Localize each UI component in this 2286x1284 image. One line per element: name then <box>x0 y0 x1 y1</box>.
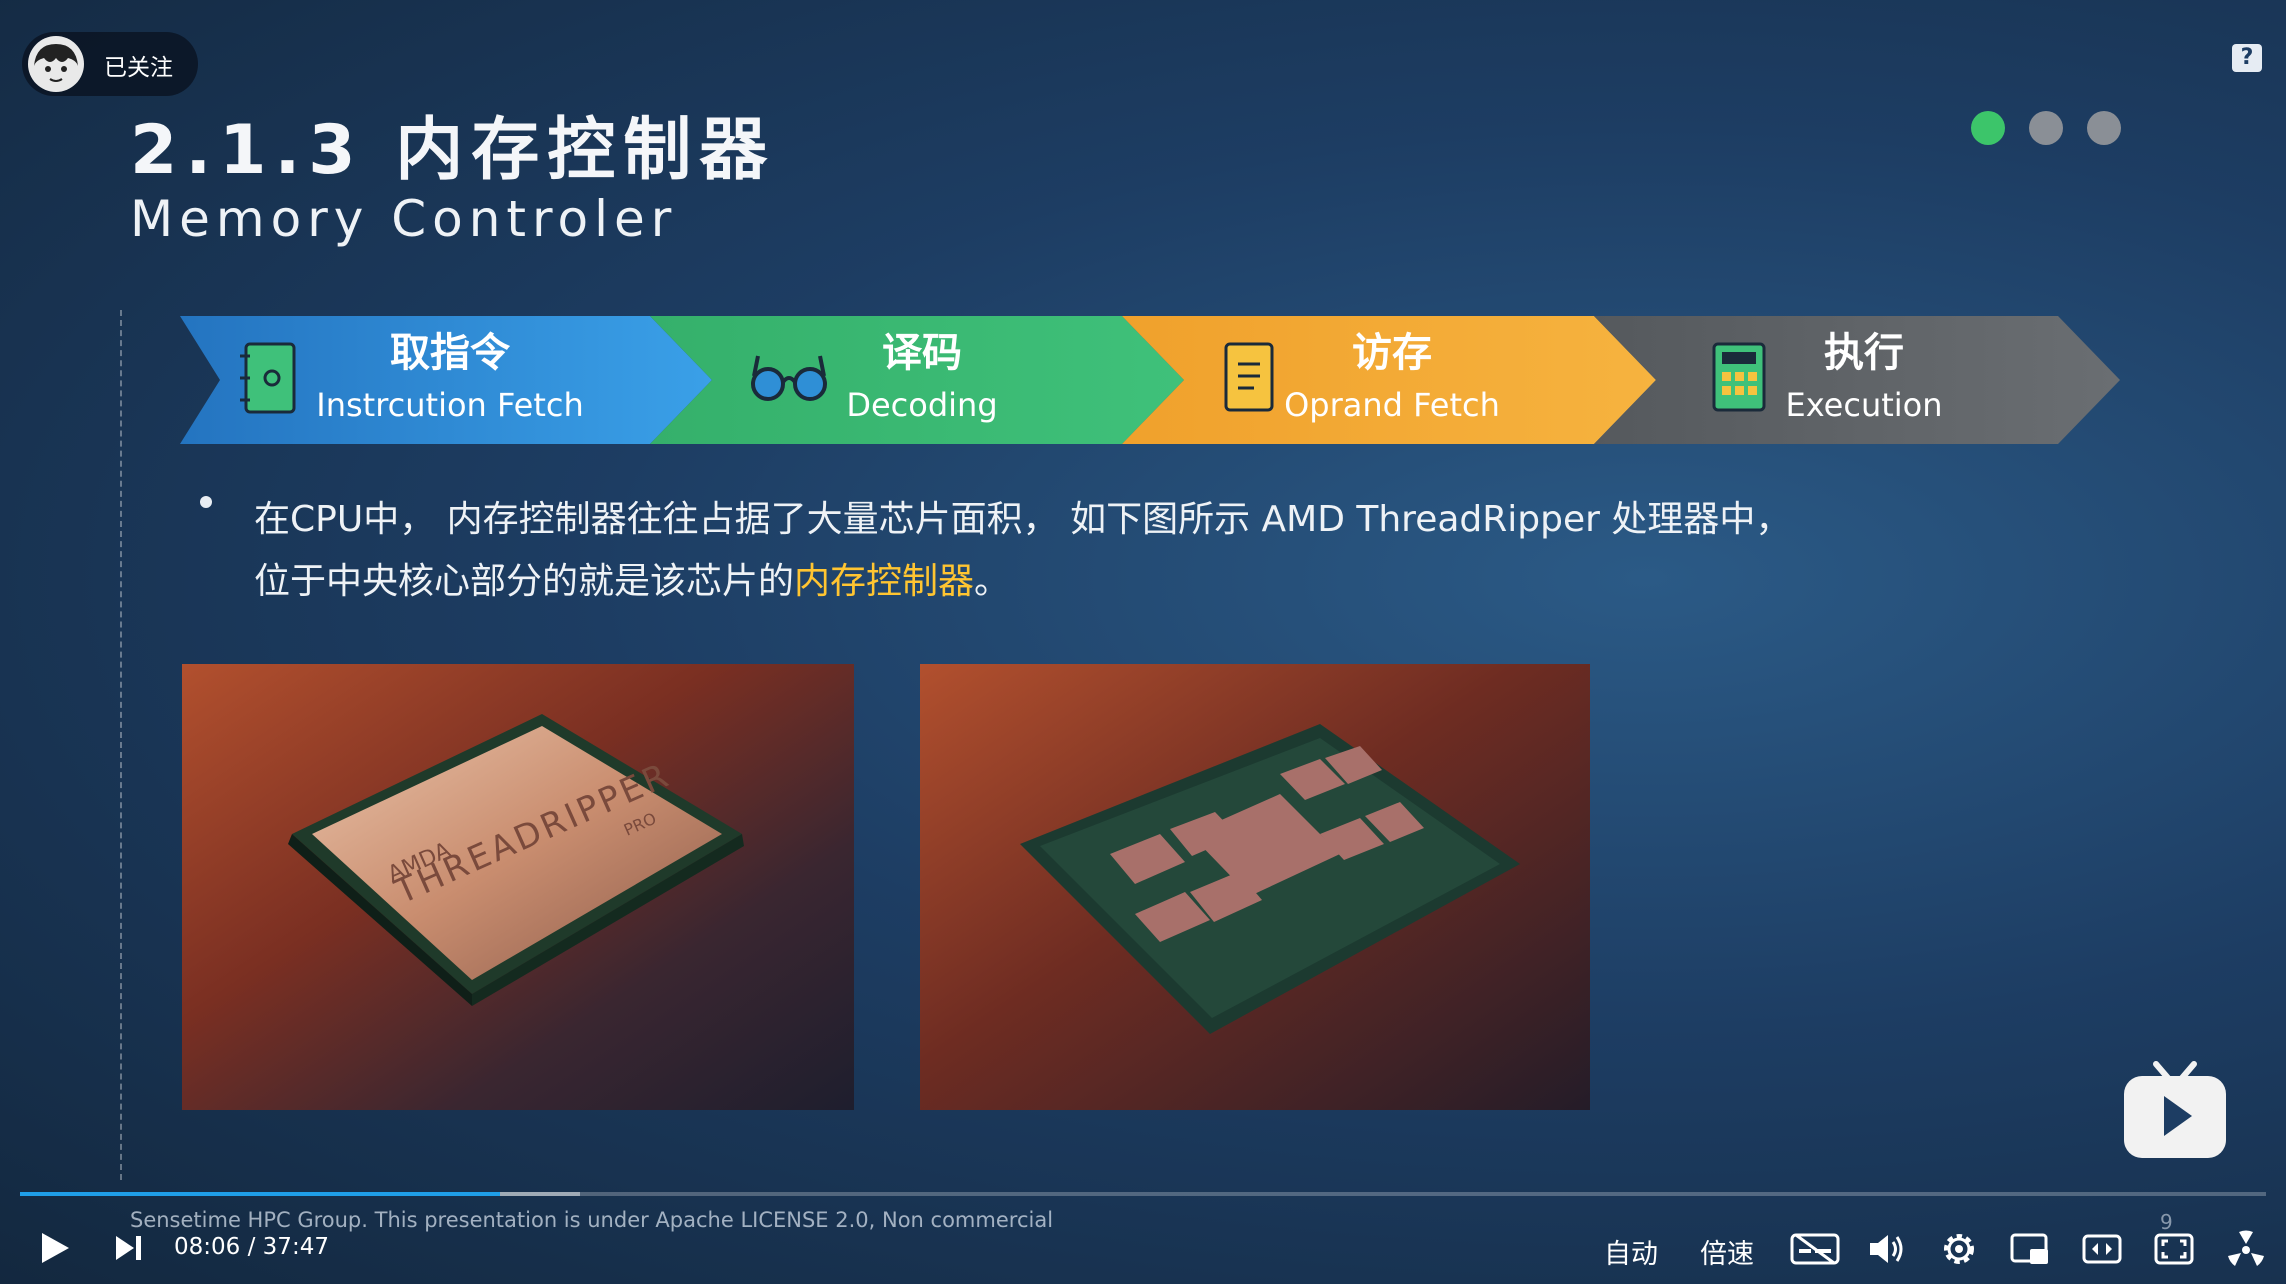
speed-button[interactable]: 倍速 <box>1700 1232 1754 1271</box>
threadripper-package-photo: AMDA THREADRIPPER PRO <box>182 664 854 1110</box>
web-fullscreen-icon[interactable] <box>2154 1232 2194 1266</box>
divider <box>120 310 122 1180</box>
total-time: 37:47 <box>262 1234 329 1260</box>
slide-subtitle: Memory Controler <box>130 190 678 248</box>
help-icon[interactable]: ? <box>2232 44 2262 72</box>
stage-operand-zh: 访存 <box>1352 330 1432 376</box>
widescreen-icon[interactable] <box>2082 1232 2122 1266</box>
progress-fill <box>20 1192 501 1196</box>
uploader-avatar[interactable] <box>28 36 84 92</box>
stage-decode-en: Decoding <box>846 386 997 424</box>
play-icon[interactable] <box>38 1230 72 1266</box>
indicator-dot <box>2087 111 2121 145</box>
subtitle-icon[interactable] <box>1790 1232 1840 1266</box>
bullet-line-2-suffix: 。 <box>974 561 1011 602</box>
bullet-line-2-prefix: 位于中央核心部分的就是该芯片的 <box>254 561 795 602</box>
auto-quality-button[interactable]: 自动 <box>1604 1232 1658 1271</box>
calculator-icon <box>1712 342 1766 412</box>
document-icon <box>1224 342 1274 412</box>
follow-label[interactable]: 已关注 <box>104 48 173 82</box>
bullet-line-2: 位于中央核心部分的就是该芯片的内存控制器。 <box>254 552 1010 604</box>
bilibili-tv-icon[interactable] <box>2122 1060 2228 1160</box>
current-time: 08:06 <box>174 1234 241 1260</box>
threadripper-die-photo <box>920 664 1590 1110</box>
stage-decode-zh: 译码 <box>882 330 962 376</box>
license-text: Sensetime HPC Group. This presentation i… <box>130 1208 1054 1232</box>
stage-execute-zh: 执行 <box>1824 330 1904 376</box>
indicator-dot <box>2029 111 2063 145</box>
settings-gear-icon[interactable] <box>1940 1230 1978 1268</box>
pipeline-diagram: 取指令 Instrcution Fetch 译码 Decoding 访存 Opr… <box>180 316 2120 444</box>
stage-fetch-en: Instrcution Fetch <box>316 386 584 424</box>
notebook-icon <box>240 342 296 414</box>
bullet-line-1: 在CPU中， 内存控制器往往占据了大量芯片面积， 如下图所示 AMD Threa… <box>254 499 1792 540</box>
next-icon[interactable] <box>114 1234 144 1262</box>
indicator-dot-active <box>1971 111 2005 145</box>
time-display: 08:06 / 37:47 <box>174 1234 329 1260</box>
stage-fetch-zh: 取指令 <box>390 330 511 376</box>
highlight-term: 内存控制器 <box>794 561 975 602</box>
bullet-dot <box>200 496 212 508</box>
picture-in-picture-icon[interactable] <box>2010 1232 2050 1266</box>
time-separator: / <box>247 1234 256 1260</box>
stage-execute-en: Execution <box>1785 386 1942 424</box>
stage-operand-en: Oprand Fetch <box>1284 386 1500 424</box>
slide-title: 2.1.3 内存控制器 <box>130 111 776 190</box>
slide-page-number: 9 <box>2160 1210 2173 1234</box>
volume-icon[interactable] <box>1868 1232 1906 1266</box>
fullscreen-icon[interactable] <box>2226 1230 2266 1268</box>
